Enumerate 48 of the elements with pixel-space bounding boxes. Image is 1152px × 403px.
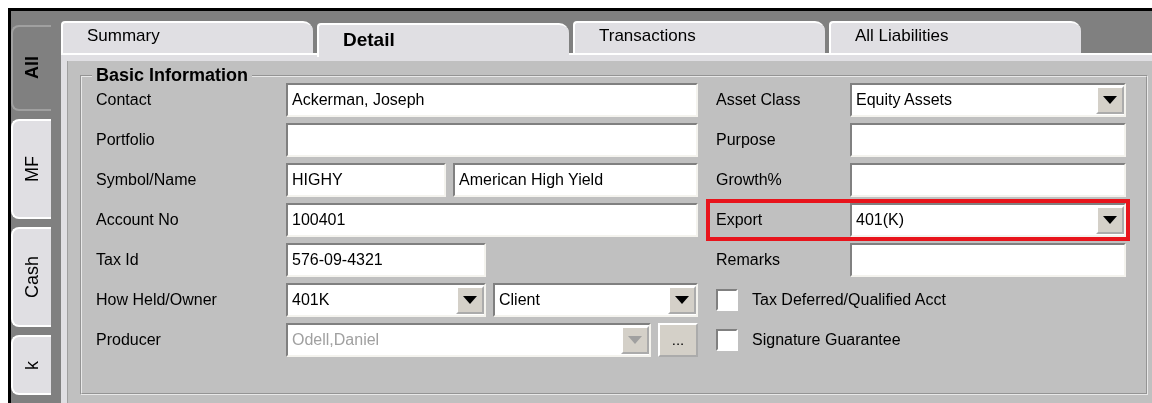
text-field[interactable] bbox=[850, 123, 1126, 157]
side-tab[interactable]: k bbox=[11, 335, 51, 395]
text-field[interactable] bbox=[286, 123, 698, 157]
field-label: Tax Id bbox=[96, 250, 140, 270]
dropdown-arrow-button[interactable] bbox=[1096, 206, 1124, 234]
field-label: Portfolio bbox=[96, 130, 156, 150]
text-field[interactable]: 100401 bbox=[286, 203, 698, 237]
field-label: Asset Class bbox=[715, 90, 802, 110]
field-label: Account No bbox=[96, 210, 180, 230]
text-field[interactable]: American High Yield bbox=[453, 163, 698, 197]
browse-button[interactable]: ... bbox=[658, 323, 698, 357]
checkbox-label: Signature Guarantee bbox=[752, 330, 901, 350]
text-field[interactable]: HIGHY bbox=[286, 163, 446, 197]
text-field[interactable] bbox=[850, 243, 1126, 277]
tab[interactable]: Summary bbox=[61, 21, 313, 53]
field-label: Export bbox=[715, 210, 764, 230]
field-label: Growth% bbox=[715, 170, 783, 190]
text-field[interactable]: 576-09-4321 bbox=[286, 243, 486, 277]
field-label: Remarks bbox=[715, 250, 781, 270]
dropdown-arrow-button[interactable] bbox=[668, 286, 696, 314]
caret-down-icon bbox=[675, 296, 689, 304]
field-label: Producer bbox=[96, 330, 162, 350]
dropdown-arrow-button[interactable] bbox=[1096, 86, 1124, 114]
side-tab[interactable]: MF bbox=[11, 119, 51, 219]
field-label: Symbol/Name bbox=[96, 170, 198, 190]
caret-down-icon bbox=[1103, 216, 1117, 224]
caret-down-icon bbox=[1103, 96, 1117, 104]
dropdown-arrow-button[interactable] bbox=[456, 286, 484, 314]
checkbox[interactable] bbox=[716, 289, 738, 311]
caret-down-icon bbox=[628, 336, 642, 344]
field-label: How Held/Owner bbox=[96, 290, 218, 310]
dropdown-field[interactable]: 401K bbox=[286, 283, 486, 317]
text-field[interactable] bbox=[850, 163, 1126, 197]
field-label: Contact bbox=[96, 90, 153, 110]
field-label: Purpose bbox=[715, 130, 777, 150]
dropdown-field[interactable]: Client bbox=[493, 283, 698, 317]
side-tab[interactable]: Cash bbox=[11, 227, 51, 327]
caret-down-icon bbox=[463, 296, 477, 304]
tab[interactable]: All Liabilities bbox=[829, 21, 1081, 53]
dropdown-field[interactable]: Equity Assets bbox=[850, 83, 1126, 117]
text-field[interactable]: Ackerman, Joseph bbox=[286, 83, 698, 117]
checkbox[interactable] bbox=[716, 329, 738, 351]
tab[interactable]: Detail bbox=[317, 23, 569, 57]
checkbox-label: Tax Deferred/Qualified Acct bbox=[752, 290, 946, 310]
dropdown-field: Odell,Daniel bbox=[286, 323, 651, 357]
dropdown-field[interactable]: 401(K) bbox=[850, 203, 1126, 237]
side-tab[interactable]: All bbox=[11, 25, 51, 111]
tab[interactable]: Transactions bbox=[573, 21, 825, 53]
